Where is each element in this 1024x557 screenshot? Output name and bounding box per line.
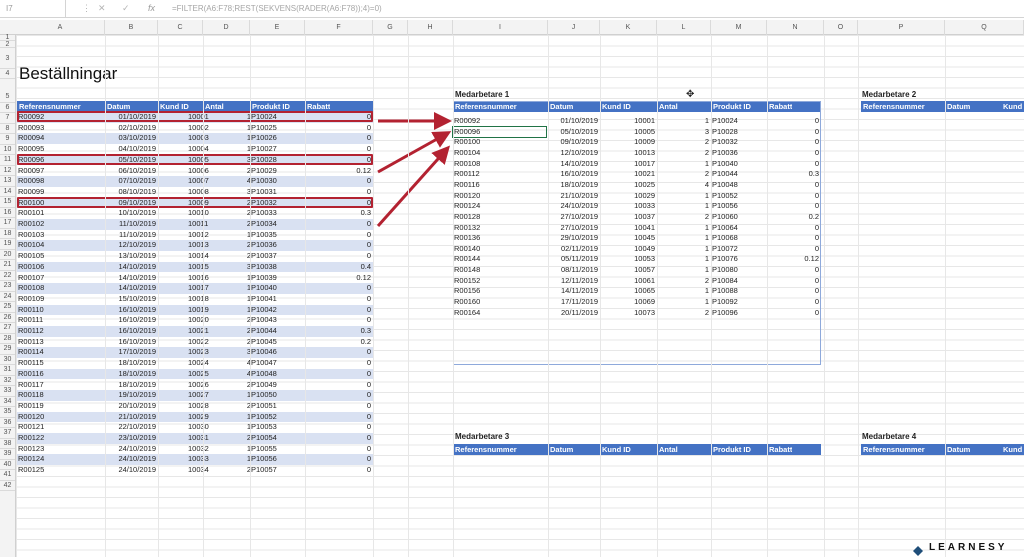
- grid-line: [767, 35, 768, 557]
- grid-line: [373, 35, 374, 557]
- move-cursor-icon: ✥: [686, 89, 695, 100]
- grid-line: [711, 35, 712, 557]
- grid-line: [105, 35, 106, 557]
- grid-line: [203, 35, 204, 557]
- grid-line: [824, 35, 825, 557]
- learnesy-logo: LEARNESY: [929, 542, 1008, 553]
- grid-line: [408, 35, 409, 557]
- grid-line: [158, 35, 159, 557]
- grid-line: [548, 35, 549, 557]
- excel-window: I7 ⋮ ✕ ✓ fx =FILTER(A6:F78;REST(SEKVENS(…: [0, 0, 1024, 557]
- grid-line: [657, 35, 658, 557]
- grid-line: [250, 35, 251, 557]
- grid-line: [945, 35, 946, 557]
- grid-line: [305, 35, 306, 557]
- grid-line: [858, 35, 859, 557]
- grid-line: [453, 35, 454, 557]
- arrow-3: [376, 145, 451, 228]
- arrow-2: [377, 131, 452, 174]
- grid-line: [600, 35, 601, 557]
- arrows-overlay: [376, 112, 452, 228]
